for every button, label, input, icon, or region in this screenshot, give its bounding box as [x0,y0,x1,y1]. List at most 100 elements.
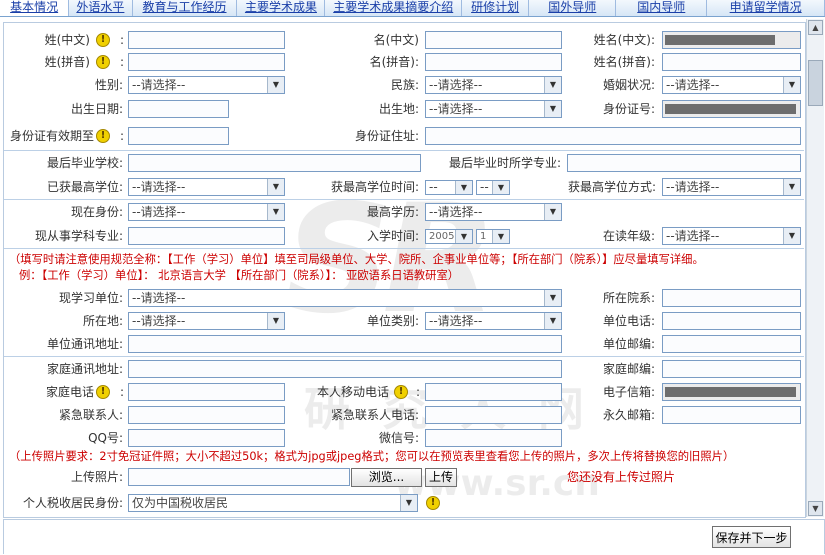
perm-zip-input[interactable] [662,406,801,424]
unit-select[interactable]: --请选择-- ▼ [128,289,562,307]
label-colon: : [415,385,420,399]
label-colon: : [119,33,124,47]
fullname-py-input[interactable] [662,53,801,71]
label-highest-edu: 最高学历: [366,205,419,219]
birthplace-select[interactable]: --请选择-- ▼ [425,100,562,118]
tab-results-summary[interactable]: 主要学术成果摘要介绍 [325,0,462,16]
label-home-phone: 家庭电话 [45,385,94,399]
label-id-valid: 身份证有效期至 [9,129,94,143]
birthdate-input[interactable] [128,100,229,118]
label-tax: 个人税收居民身份: [22,496,123,510]
unit-zip-input[interactable] [662,335,801,353]
location-select[interactable]: --请选择-- ▼ [128,312,285,330]
enroll-year-select[interactable]: 2005 ▼ [425,229,473,244]
label-degree-method: 获最高学位方式: [567,180,656,194]
given-cn-input[interactable] [425,31,562,49]
unit-phone-input[interactable] [662,312,801,330]
enroll-month-select[interactable]: 1 ▼ [476,229,510,244]
gender-select[interactable]: --请选择-- ▼ [128,76,285,94]
scroll-thumb[interactable] [808,60,823,106]
label-colon: : [119,129,124,143]
ethnic-select[interactable]: --请选择-- ▼ [425,76,562,94]
fill-instruction-note: （填写时请注意使用规范全称：【工作（学习）单位】填至司局级单位、大学、院所、企事… [9,253,704,266]
highest-edu-select[interactable]: --请选择-- ▼ [425,203,562,221]
label-ethnic: 民族: [390,78,419,92]
label-last-school: 最后毕业学校: [46,156,123,170]
label-surname-cn: 姓(中文) [44,33,90,47]
tab-education-work[interactable]: 教育与工作经历 [133,0,238,16]
section-divider [4,356,804,357]
tab-domestic-supervisor[interactable]: 国内导师 [616,0,708,16]
emergency-phone-input[interactable] [425,406,562,424]
tab-language[interactable]: 外语水平 [69,0,133,16]
tab-foreign-supervisor[interactable]: 国外导师 [529,0,617,16]
info-icon: ! [96,55,110,69]
id-addr-input[interactable] [425,127,801,145]
unit-type-select[interactable]: --请选择-- ▼ [425,312,562,330]
home-zip-input[interactable] [662,360,801,378]
marital-select[interactable]: --请选择-- ▼ [662,76,801,94]
id-valid-input[interactable] [128,127,229,145]
grade-select[interactable]: --请选择-- ▼ [662,227,801,245]
label-unit-phone: 单位电话: [602,314,655,328]
home-phone-input[interactable] [128,383,285,401]
upload-button[interactable]: 上传 [425,468,457,487]
college-input[interactable] [662,289,801,307]
fullname-cn-input[interactable] [662,31,801,49]
label-mobile: 本人移动电话 [316,385,389,399]
fill-example-note: 例：【工作（学习）单位】： 北京语言大学 【所在部门（院系）】： 亚欧语系日语教… [19,269,460,282]
label-grade: 在读年级: [602,229,655,243]
degree-year-select[interactable]: -- ▼ [425,180,473,195]
label-given-cn: 名(中文) [373,33,419,47]
tab-study-plan[interactable]: 研修计划 [462,0,530,16]
qq-input[interactable] [128,429,285,447]
label-colon: : [119,55,124,69]
tax-residency-select[interactable]: 仅为中国税收居民 ▼ [128,494,418,512]
label-unit: 现学习单位: [58,291,123,305]
tab-academic-results[interactable]: 主要学术成果 [237,0,326,16]
label-email: 电子信箱: [602,385,655,399]
save-next-button[interactable]: 保存并下一步 [712,526,791,548]
label-current-major: 现从事学科专业: [34,229,123,243]
label-emergency-phone: 紧急联系人电话: [330,408,419,422]
label-current-status: 现在身份: [70,205,123,219]
label-birthdate: 出生日期: [70,102,123,116]
label-gender: 性别: [94,78,123,92]
label-unit-addr: 单位通讯地址: [46,337,123,351]
label-highest-degree: 已获最高学位: [46,180,123,194]
given-py-input[interactable] [425,53,562,71]
vertical-scrollbar[interactable]: ▲ ▼ [806,19,824,517]
surname-cn-input[interactable] [128,31,285,49]
mobile-input[interactable] [425,383,562,401]
current-major-input[interactable] [128,227,285,245]
label-wechat: 微信号: [378,431,419,445]
last-school-input[interactable] [128,154,421,172]
current-status-select[interactable]: --请选择-- ▼ [128,203,285,221]
label-location: 所在地: [82,314,123,328]
email-input[interactable] [662,383,801,401]
wechat-input[interactable] [425,429,562,447]
label-idno: 身份证号: [602,102,655,116]
tab-study-abroad[interactable]: 申请留学情况 [707,0,825,16]
top-tab-bar: 基本情况 外语水平 教育与工作经历 主要学术成果 主要学术成果摘要介绍 研修计划… [0,0,825,17]
surname-py-input[interactable] [128,53,285,71]
degree-method-select[interactable]: --请选择-- ▼ [662,178,801,196]
highest-degree-select[interactable]: --请选择-- ▼ [128,178,285,196]
tab-basic-info[interactable]: 基本情况 [0,0,70,16]
browse-button[interactable]: 浏览... [351,468,422,487]
home-addr-input[interactable] [128,360,562,378]
label-unit-type: 单位类别: [366,314,419,328]
idno-input[interactable] [662,100,801,118]
emergency-input[interactable] [128,406,285,424]
info-icon: ! [96,385,110,399]
label-colon: : [119,385,124,399]
scroll-down-icon[interactable]: ▼ [808,501,823,516]
label-birthplace: 出生地: [378,102,419,116]
degree-month-select[interactable]: -- ▼ [476,180,510,195]
scroll-up-icon[interactable]: ▲ [808,20,823,35]
label-surname-py: 姓(拼音) [44,55,90,69]
unit-addr-input[interactable] [128,335,562,353]
label-enroll-time: 入学时间: [366,229,419,243]
photo-path-input[interactable] [128,468,350,486]
last-major-input[interactable] [567,154,801,172]
